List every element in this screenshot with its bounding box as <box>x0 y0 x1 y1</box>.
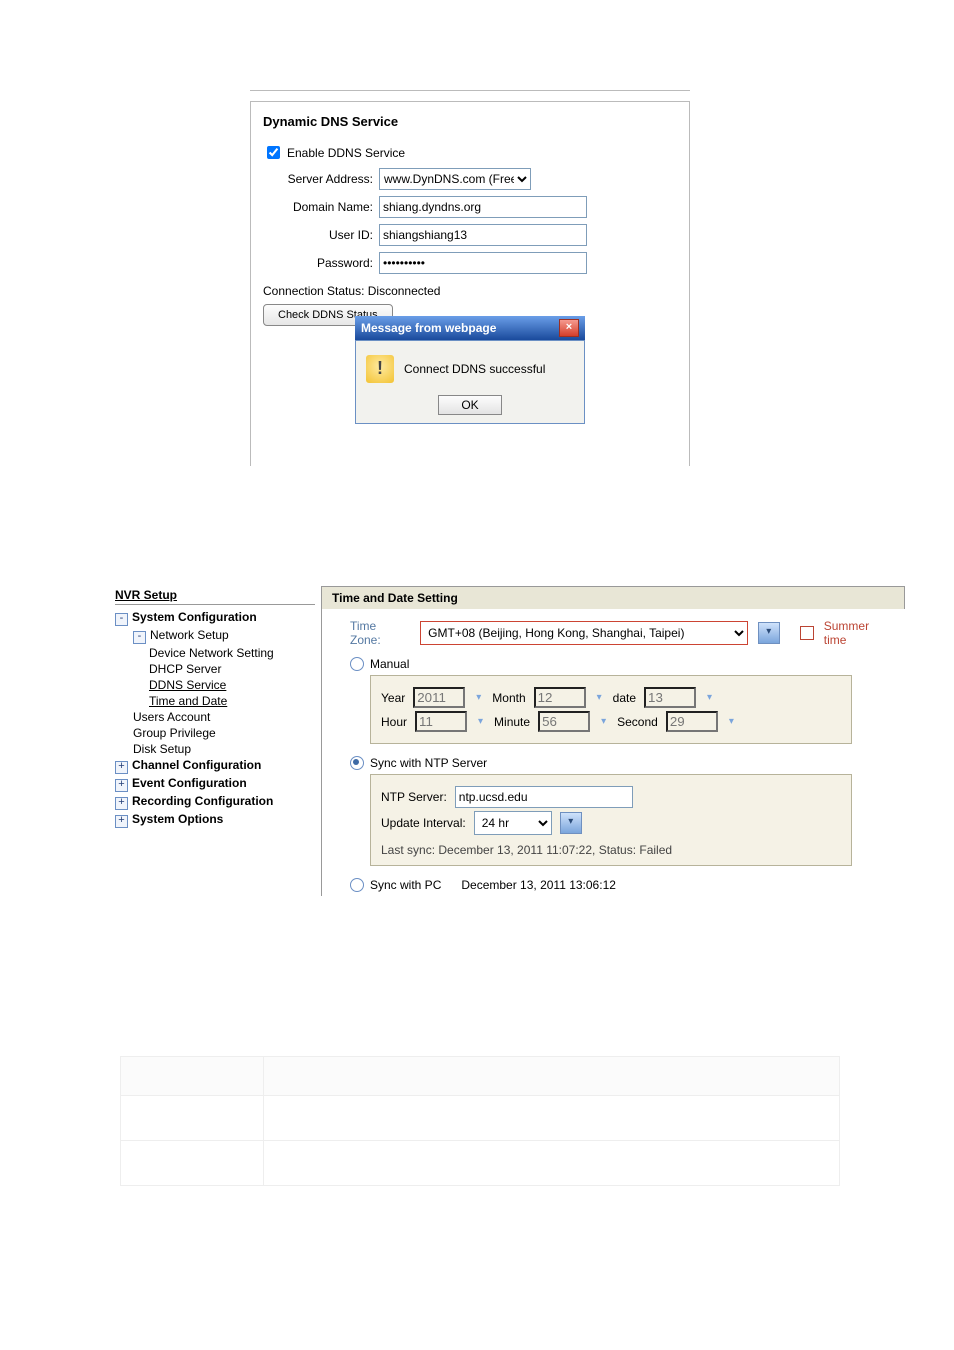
ntp-radio[interactable] <box>350 756 364 770</box>
expand-icon[interactable]: + <box>115 779 128 792</box>
connection-status-row: Connection Status: Disconnected <box>263 284 677 298</box>
expand-icon[interactable]: + <box>115 797 128 810</box>
ntp-label: Sync with NTP Server <box>370 756 487 770</box>
second-input[interactable] <box>666 711 718 732</box>
nav-users-account[interactable]: Users Account <box>133 710 210 724</box>
manual-box: Year ▾ Month ▾ date ▾ Hour ▾ Minute ▾ Se… <box>370 675 852 744</box>
dialog-message: Connect DDNS successful <box>404 362 545 376</box>
connection-status-value: Disconnected <box>368 284 441 298</box>
date-label: date <box>613 691 636 705</box>
sync-pc-label: Sync with PC <box>370 878 441 892</box>
domain-name-label: Domain Name: <box>263 200 379 214</box>
update-interval-select[interactable]: 24 hr <box>474 811 552 835</box>
dialog-ok-button[interactable]: OK <box>438 395 501 415</box>
dialog-titlebar: Message from webpage × <box>355 316 585 340</box>
collapse-icon[interactable]: - <box>133 631 146 644</box>
hour-label: Hour <box>381 715 407 729</box>
domain-name-input[interactable] <box>379 196 587 218</box>
nav-time-and-date[interactable]: Time and Date <box>149 694 227 708</box>
nav-disk-setup[interactable]: Disk Setup <box>133 742 191 756</box>
dialog-body: Connect DDNS successful OK <box>355 340 585 424</box>
connection-status-label: Connection Status: <box>263 284 364 298</box>
nvr-nav: NVR Setup -System Configuration -Network… <box>115 586 322 896</box>
nav-dhcp-server[interactable]: DHCP Server <box>149 662 221 676</box>
nvr-setup-container: NVR Setup -System Configuration -Network… <box>115 586 905 896</box>
timezone-label: Time Zone: <box>350 619 410 647</box>
ddns-title: Dynamic DNS Service <box>263 114 677 129</box>
chevron-down-icon[interactable]: ▾ <box>475 716 486 727</box>
month-label: Month <box>492 691 525 705</box>
dialog-close-icon[interactable]: × <box>559 319 579 337</box>
ddns-panel: Dynamic DNS Service Enable DDNS Service … <box>250 101 690 466</box>
nav-event-configuration[interactable]: Event Configuration <box>132 776 247 790</box>
user-id-label: User ID: <box>263 228 379 242</box>
date-input[interactable] <box>644 687 696 708</box>
collapse-icon[interactable]: - <box>115 613 128 626</box>
password-input[interactable] <box>379 252 587 274</box>
nav-network-setup[interactable]: Network Setup <box>150 628 229 642</box>
ntp-box: NTP Server: Update Interval: 24 hr ▾ Las… <box>370 774 852 866</box>
nvr-nav-title: NVR Setup <box>115 588 315 605</box>
summer-time-label: Summer time <box>824 619 895 647</box>
manual-label: Manual <box>370 657 409 671</box>
faint-table <box>120 1056 840 1186</box>
sync-pc-radio[interactable] <box>350 878 364 892</box>
nav-device-network-setting[interactable]: Device Network Setting <box>149 646 274 660</box>
expand-icon[interactable]: + <box>115 761 128 774</box>
second-label: Second <box>617 715 658 729</box>
minute-input[interactable] <box>538 711 590 732</box>
nav-recording-configuration[interactable]: Recording Configuration <box>132 794 273 808</box>
time-date-title: Time and Date Setting <box>322 587 905 609</box>
year-input[interactable] <box>413 687 465 708</box>
user-id-input[interactable] <box>379 224 587 246</box>
nav-system-options[interactable]: System Options <box>132 812 223 826</box>
enable-row: Enable DDNS Service <box>263 143 677 162</box>
chevron-down-icon[interactable]: ▾ <box>758 622 780 644</box>
ddns-container: Dynamic DNS Service Enable DDNS Service … <box>250 90 690 466</box>
chevron-down-icon[interactable]: ▾ <box>598 716 609 727</box>
ntp-server-input[interactable] <box>455 786 633 808</box>
time-date-panel: Time and Date Setting Time Zone: GMT+08 … <box>322 586 905 896</box>
month-input[interactable] <box>534 687 586 708</box>
hour-input[interactable] <box>415 711 467 732</box>
enable-ddns-label: Enable DDNS Service <box>287 146 405 160</box>
chevron-down-icon[interactable]: ▾ <box>726 716 737 727</box>
nav-group-privilege[interactable]: Group Privilege <box>133 726 216 740</box>
ntp-server-label: NTP Server: <box>381 790 447 804</box>
enable-ddns-checkbox[interactable] <box>267 146 280 159</box>
year-label: Year <box>381 691 405 705</box>
chevron-down-icon[interactable]: ▾ <box>704 692 715 703</box>
summer-time-checkbox[interactable] <box>800 626 814 640</box>
warning-icon <box>366 355 394 383</box>
timezone-select[interactable]: GMT+08 (Beijing, Hong Kong, Shanghai, Ta… <box>420 621 748 645</box>
chevron-down-icon[interactable]: ▾ <box>473 692 484 703</box>
nav-channel-configuration[interactable]: Channel Configuration <box>132 758 261 772</box>
chevron-down-icon[interactable]: ▾ <box>594 692 605 703</box>
manual-radio[interactable] <box>350 657 364 671</box>
password-label: Password: <box>263 256 379 270</box>
minute-label: Minute <box>494 715 530 729</box>
server-address-label: Server Address: <box>263 172 379 186</box>
update-interval-label: Update Interval: <box>381 816 466 830</box>
dialog-title-text: Message from webpage <box>361 321 496 335</box>
sync-pc-time: December 13, 2011 13:06:12 <box>461 878 616 892</box>
last-sync-status: Last sync: December 13, 2011 11:07:22, S… <box>381 843 841 857</box>
nav-system-configuration[interactable]: System Configuration <box>132 610 257 624</box>
server-address-select[interactable]: www.DynDNS.com (Free) <box>379 168 531 190</box>
chevron-down-icon[interactable]: ▾ <box>560 812 582 834</box>
message-dialog: Message from webpage × Connect DDNS succ… <box>355 316 585 424</box>
nav-ddns-service[interactable]: DDNS Service <box>149 678 226 692</box>
expand-icon[interactable]: + <box>115 815 128 828</box>
